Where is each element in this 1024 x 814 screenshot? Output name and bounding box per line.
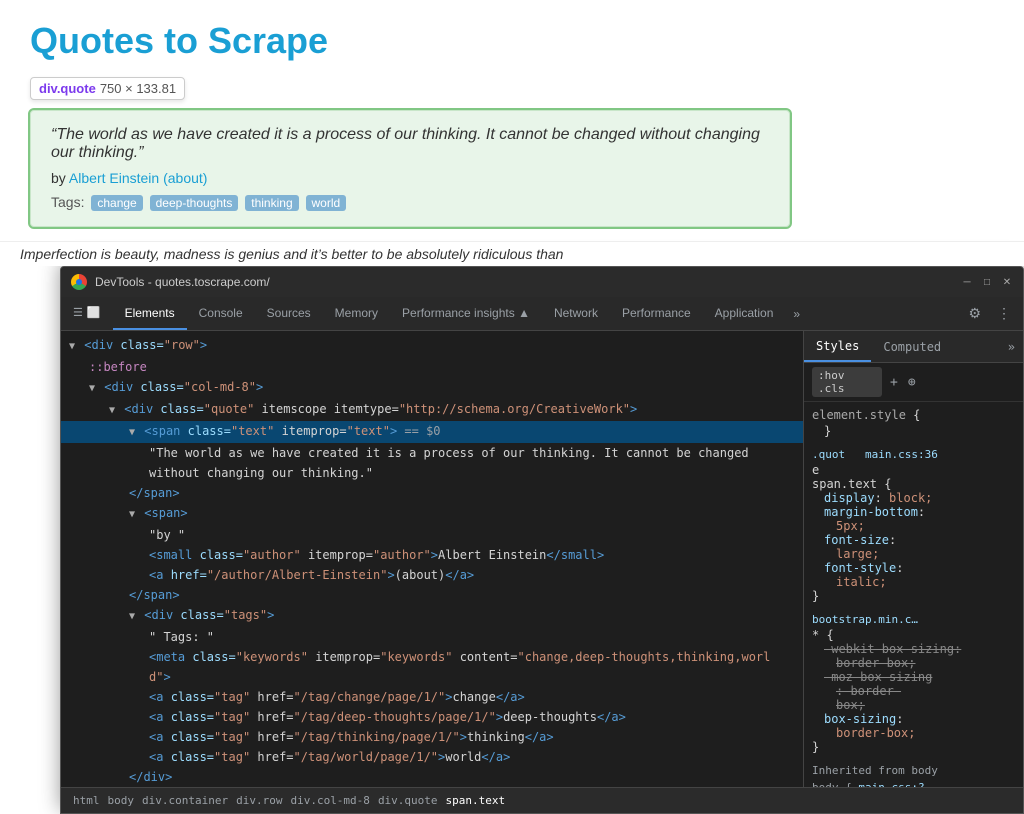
- devtools-title: DevTools - quotes.toscrape.com/: [95, 275, 961, 289]
- styles-filter-hov[interactable]: :hov .cls: [812, 367, 882, 397]
- styles-tabs: Styles Computed »: [804, 331, 1023, 363]
- more-options-icon[interactable]: ⋮: [993, 301, 1015, 326]
- tags-label: Tags:: [51, 194, 84, 210]
- add-style-btn[interactable]: +: [888, 373, 900, 392]
- tab-memory[interactable]: Memory: [323, 297, 390, 330]
- dom-line[interactable]: ▼ <span>: [61, 503, 803, 525]
- dom-line[interactable]: <a class="tag" href="/tag/world/page/1/"…: [61, 747, 803, 767]
- author-link[interactable]: Albert Einstein: [69, 170, 159, 186]
- tab-elements[interactable]: ☰ ⬜: [61, 297, 113, 330]
- devtools-tabs-bar: ☰ ⬜ Elements Console Sources Memory Perf…: [61, 297, 1023, 331]
- webpage-area: Quotes to Scrape div.quote 750 × 133.81 …: [0, 0, 1024, 270]
- tooltip-dimensions: 750 × 133.81: [100, 81, 176, 96]
- devtools-breadcrumb: html body div.container div.row div.col-…: [61, 787, 1023, 813]
- minimize-button[interactable]: ─: [961, 276, 973, 288]
- breadcrumb-row[interactable]: div.row: [232, 794, 286, 807]
- styles-more[interactable]: »: [1000, 340, 1023, 354]
- devtools-actions: ⚙ ⋮: [964, 301, 1023, 326]
- dom-line[interactable]: without changing our thinking.": [61, 463, 803, 483]
- dom-line[interactable]: "by ": [61, 525, 803, 545]
- tooltip-tag: div.quote: [39, 81, 96, 96]
- dom-line[interactable]: " Tags: ": [61, 627, 803, 647]
- tab-network[interactable]: Network: [542, 297, 610, 330]
- breadcrumb-span-text[interactable]: span.text: [442, 794, 510, 807]
- tab-sources[interactable]: Sources: [255, 297, 323, 330]
- chrome-icon: [71, 274, 87, 290]
- dom-line[interactable]: ▼ <div class="row">: [61, 335, 803, 357]
- expand-arrow[interactable]: ▼: [109, 405, 115, 416]
- tags-line: Tags: change deep-thoughts thinking worl…: [51, 194, 769, 211]
- bottom-page-text: Imperfection is beauty, madness is geniu…: [0, 241, 1024, 266]
- dom-line[interactable]: </div>: [61, 767, 803, 787]
- tag-change[interactable]: change: [91, 195, 142, 211]
- quote-text: “The world as we have created it is a pr…: [51, 126, 769, 162]
- tag-thinking[interactable]: thinking: [245, 195, 298, 211]
- dom-line[interactable]: </span>: [61, 585, 803, 605]
- dom-line[interactable]: d">: [61, 667, 803, 687]
- expand-arrow[interactable]: ▼: [89, 383, 95, 394]
- tab-performance[interactable]: Performance: [610, 297, 703, 330]
- dom-line[interactable]: <a class="tag" href="/tag/thinking/page/…: [61, 727, 803, 747]
- devtools-window: DevTools - quotes.toscrape.com/ ─ □ ✕ ☰ …: [60, 266, 1024, 814]
- css-source[interactable]: .quot main.css:36: [812, 448, 1015, 461]
- quote-author-line: by Albert Einstein (about): [51, 170, 769, 186]
- dom-line[interactable]: ▼ <div class="col-md-8">: [61, 377, 803, 399]
- maximize-button[interactable]: □: [981, 276, 993, 288]
- css-rule-bootstrap: bootstrap.min.c… * { -webkit-box-sizing:…: [812, 613, 1015, 754]
- expand-arrow[interactable]: ▼: [69, 341, 75, 352]
- expand-arrow[interactable]: ▼: [129, 509, 135, 520]
- tab-application[interactable]: Application: [703, 297, 786, 330]
- styles-content: element.style { } .quot main.css:36 e sp…: [804, 402, 1023, 787]
- close-button[interactable]: ✕: [1001, 276, 1013, 288]
- expand-arrow[interactable]: ▼: [129, 427, 135, 438]
- dom-line[interactable]: <a class="tag" href="/tag/deep-thoughts/…: [61, 707, 803, 727]
- dom-line[interactable]: ::before: [61, 357, 803, 377]
- devtools-body: ▼ <div class="row"> ::before ▼ <div clas…: [61, 331, 1023, 787]
- tab-styles[interactable]: Styles: [804, 331, 871, 362]
- devtools-titlebar: DevTools - quotes.toscrape.com/ ─ □ ✕: [61, 267, 1023, 297]
- breadcrumb-html[interactable]: html: [69, 794, 104, 807]
- by-label: by: [51, 170, 66, 186]
- tab-performance-insights[interactable]: Performance insights ▲: [390, 297, 542, 330]
- dom-line[interactable]: <a class="tag" href="/tag/change/page/1/…: [61, 687, 803, 707]
- dom-line[interactable]: <meta class="keywords" itemprop="keyword…: [61, 647, 803, 667]
- tab-more[interactable]: »: [785, 307, 808, 321]
- style-action2[interactable]: ⊕: [906, 373, 918, 392]
- css-source-bootstrap[interactable]: bootstrap.min.c…: [812, 613, 1015, 626]
- tag-world[interactable]: world: [306, 195, 347, 211]
- css-rule-element: element.style { }: [812, 408, 1015, 438]
- css-rule-quote: .quot main.css:36 e span.text { display:…: [812, 448, 1015, 603]
- dom-line[interactable]: <small class="author" itemprop="author">…: [61, 545, 803, 565]
- dom-line-selected[interactable]: ▼ <span class="text" itemprop="text"> ==…: [61, 421, 803, 443]
- page-title: Quotes to Scrape: [30, 20, 994, 62]
- dom-line[interactable]: <a href="/author/Albert-Einstein">(about…: [61, 565, 803, 585]
- dom-line[interactable]: ▼ <div class="tags">: [61, 605, 803, 627]
- breadcrumb-body[interactable]: body: [104, 794, 139, 807]
- elements-panel[interactable]: ▼ <div class="row"> ::before ▼ <div clas…: [61, 331, 803, 787]
- styles-toolbar: :hov .cls + ⊕: [804, 363, 1023, 402]
- tab-computed[interactable]: Computed: [871, 331, 953, 362]
- breadcrumb-container[interactable]: div.container: [138, 794, 232, 807]
- dom-line[interactable]: "The world as we have created it is a pr…: [61, 443, 803, 463]
- dom-line[interactable]: </span>: [61, 483, 803, 503]
- breadcrumb-quote[interactable]: div.quote: [374, 794, 442, 807]
- tab-elements-label[interactable]: Elements: [113, 297, 187, 330]
- tab-console[interactable]: Console: [187, 297, 255, 330]
- styles-panel: Styles Computed » :hov .cls + ⊕ element.…: [803, 331, 1023, 787]
- tag-deep-thoughts[interactable]: deep-thoughts: [150, 195, 239, 211]
- inherited-label: Inherited from body: [812, 764, 1015, 777]
- css-selector: element.style {: [812, 408, 1015, 422]
- element-tooltip: div.quote 750 × 133.81: [30, 77, 185, 100]
- breadcrumb-col[interactable]: div.col-md-8: [286, 794, 373, 807]
- quote-card: “The world as we have created it is a pr…: [30, 110, 790, 227]
- about-link[interactable]: (about): [163, 170, 207, 186]
- window-controls: ─ □ ✕: [961, 276, 1013, 288]
- settings-icon[interactable]: ⚙: [964, 301, 985, 326]
- expand-arrow[interactable]: ▼: [129, 611, 135, 622]
- dom-line[interactable]: ▼ <div class="quote" itemscope itemtype=…: [61, 399, 803, 421]
